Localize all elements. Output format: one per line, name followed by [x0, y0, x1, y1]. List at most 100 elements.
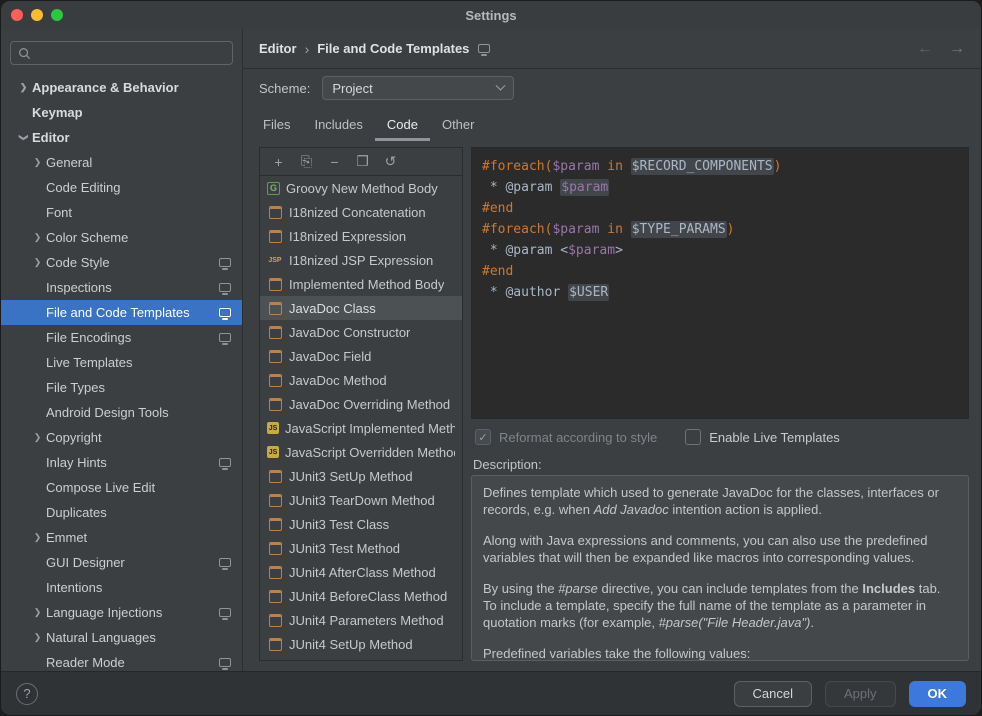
- sidebar-item-natural-languages[interactable]: ❯Natural Languages: [1, 625, 242, 650]
- tab-code[interactable]: Code: [375, 107, 430, 141]
- template-item-junit4-setup-method[interactable]: JUnit4 SetUp Method: [260, 632, 462, 656]
- close-window-button[interactable]: [11, 9, 23, 21]
- search-input[interactable]: [37, 46, 225, 61]
- template-item-junit4-beforeclass-method[interactable]: JUnit4 BeforeClass Method: [260, 584, 462, 608]
- copy-template-icon[interactable]: ⎘: [299, 153, 314, 170]
- chevron-right-icon[interactable]: ❯: [29, 257, 46, 268]
- template-item-label: JUnit3 TearDown Method: [289, 493, 435, 508]
- checkbox-checked-icon: ✓: [475, 429, 491, 445]
- cancel-button[interactable]: Cancel: [734, 681, 812, 707]
- template-item-javascript-overridden-method[interactable]: JSJavaScript Overridden Method: [260, 440, 462, 464]
- ok-button[interactable]: OK: [909, 681, 967, 707]
- sidebar-item-file-types[interactable]: File Types: [1, 375, 242, 400]
- breadcrumb-separator-icon: ›: [305, 41, 310, 57]
- apply-button[interactable]: Apply: [825, 681, 896, 707]
- sidebar-item-font[interactable]: Font: [1, 200, 242, 225]
- template-item-javadoc-overriding-method[interactable]: JavaDoc Overriding Method: [260, 392, 462, 416]
- dialog-footer: ? Cancel Apply OK: [1, 671, 981, 715]
- remove-template-icon[interactable]: −: [327, 154, 342, 170]
- template-item-javadoc-field[interactable]: JavaDoc Field: [260, 344, 462, 368]
- sidebar-item-inlay-hints[interactable]: Inlay Hints: [1, 450, 242, 475]
- tab-other[interactable]: Other: [430, 107, 487, 141]
- help-button[interactable]: ?: [16, 683, 38, 705]
- chevron-down-icon[interactable]: ❯: [18, 129, 29, 146]
- template-item-javadoc-method[interactable]: JavaDoc Method: [260, 368, 462, 392]
- sidebar-item-android-design-tools[interactable]: Android Design Tools: [1, 400, 242, 425]
- titlebar: Settings: [1, 1, 981, 29]
- template-item-label: JUnit4 SetUp Method: [289, 637, 413, 652]
- add-template-icon[interactable]: +: [271, 154, 286, 170]
- duplicate-template-icon[interactable]: ❐: [355, 153, 370, 170]
- template-file-icon: [267, 204, 283, 220]
- template-item-i18nized-concatenation[interactable]: I18nized Concatenation: [260, 200, 462, 224]
- sidebar-item-label: Appearance & Behavior: [32, 80, 179, 95]
- reset-template-icon[interactable]: ↺: [383, 153, 398, 170]
- template-item-javascript-implemented-method[interactable]: JSJavaScript Implemented Method: [260, 416, 462, 440]
- template-item-junit3-setup-method[interactable]: JUnit3 SetUp Method: [260, 464, 462, 488]
- breadcrumb-editor[interactable]: Editor: [259, 41, 297, 56]
- sidebar-item-label: Reader Mode: [46, 655, 125, 670]
- sidebar-item-reader-mode[interactable]: Reader Mode: [1, 650, 242, 671]
- sidebar-item-keymap[interactable]: Keymap: [1, 100, 242, 125]
- template-item-groovy-new-method-body[interactable]: GGroovy New Method Body: [260, 176, 462, 200]
- chevron-right-icon[interactable]: ❯: [29, 157, 46, 168]
- chevron-right-icon[interactable]: ❯: [29, 532, 46, 543]
- chevron-right-icon[interactable]: ❯: [29, 607, 46, 618]
- minimize-window-button[interactable]: [31, 9, 43, 21]
- sidebar-item-emmet[interactable]: ❯Emmet: [1, 525, 242, 550]
- tab-includes[interactable]: Includes: [302, 107, 374, 141]
- back-button[interactable]: ←: [917, 40, 933, 58]
- sidebar-item-gui-designer[interactable]: GUI Designer: [1, 550, 242, 575]
- template-item-javadoc-class[interactable]: JavaDoc Class: [260, 296, 462, 320]
- js-file-icon: JS: [267, 446, 279, 458]
- template-item-label: I18nized Concatenation: [289, 205, 426, 220]
- template-item-label: JUnit3 SetUp Method: [289, 469, 413, 484]
- chevron-right-icon[interactable]: ❯: [29, 232, 46, 243]
- sidebar-item-copyright[interactable]: ❯Copyright: [1, 425, 242, 450]
- sidebar-item-label: Compose Live Edit: [46, 480, 155, 495]
- template-item-implemented-method-body[interactable]: Implemented Method Body: [260, 272, 462, 296]
- sidebar-item-live-templates[interactable]: Live Templates: [1, 350, 242, 375]
- sidebar-item-file-and-code-templates[interactable]: File and Code Templates: [1, 300, 242, 325]
- settings-search-box[interactable]: [10, 41, 233, 65]
- sidebar-item-inspections[interactable]: Inspections: [1, 275, 242, 300]
- template-item-junit3-test-class[interactable]: JUnit3 Test Class: [260, 512, 462, 536]
- description-box[interactable]: Defines template which used to generate …: [471, 475, 969, 661]
- forward-button[interactable]: →: [949, 40, 965, 58]
- sidebar-item-compose-live-edit[interactable]: Compose Live Edit: [1, 475, 242, 500]
- scheme-select[interactable]: Project: [322, 76, 514, 100]
- sidebar-item-appearance-behavior[interactable]: ❯Appearance & Behavior: [1, 75, 242, 100]
- sidebar-item-label: File Types: [46, 380, 105, 395]
- template-item-junit4-afterclass-method[interactable]: JUnit4 AfterClass Method: [260, 560, 462, 584]
- code-line: * @param <$param>: [482, 240, 958, 261]
- reformat-checkbox[interactable]: ✓ Reformat according to style: [475, 429, 657, 445]
- chevron-right-icon[interactable]: ❯: [15, 82, 32, 93]
- sidebar-item-label: Live Templates: [46, 355, 132, 370]
- sidebar-item-editor[interactable]: ❯Editor: [1, 125, 242, 150]
- sidebar-item-color-scheme[interactable]: ❯Color Scheme: [1, 225, 242, 250]
- tab-files[interactable]: Files: [251, 107, 302, 141]
- template-editor[interactable]: #foreach($param in $RECORD_COMPONENTS) *…: [471, 147, 969, 419]
- template-detail-pane: #foreach($param in $RECORD_COMPONENTS) *…: [471, 147, 969, 661]
- zoom-window-button[interactable]: [51, 9, 63, 21]
- template-item-junit3-teardown-method[interactable]: JUnit3 TearDown Method: [260, 488, 462, 512]
- sidebar-item-code-style[interactable]: ❯Code Style: [1, 250, 242, 275]
- template-file-icon: [267, 228, 283, 244]
- sidebar-item-language-injections[interactable]: ❯Language Injections: [1, 600, 242, 625]
- sidebar-item-code-editing[interactable]: Code Editing: [1, 175, 242, 200]
- sidebar-item-duplicates[interactable]: Duplicates: [1, 500, 242, 525]
- template-item-junit3-test-method[interactable]: JUnit3 Test Method: [260, 536, 462, 560]
- sidebar-item-general[interactable]: ❯General: [1, 150, 242, 175]
- sidebar-item-label: Emmet: [46, 530, 87, 545]
- chevron-right-icon[interactable]: ❯: [29, 632, 46, 643]
- sidebar-item-intentions[interactable]: Intentions: [1, 575, 242, 600]
- template-item-junit4-parameters-method[interactable]: JUnit4 Parameters Method: [260, 608, 462, 632]
- chevron-right-icon[interactable]: ❯: [29, 432, 46, 443]
- template-file-icon: [267, 348, 283, 364]
- template-item-i18nized-jsp-expression[interactable]: JSPI18nized JSP Expression: [260, 248, 462, 272]
- sidebar-item-file-encodings[interactable]: File Encodings: [1, 325, 242, 350]
- template-item-i18nized-expression[interactable]: I18nized Expression: [260, 224, 462, 248]
- template-item-javadoc-constructor[interactable]: JavaDoc Constructor: [260, 320, 462, 344]
- code-line: #foreach($param in $RECORD_COMPONENTS): [482, 156, 958, 177]
- enable-live-templates-checkbox[interactable]: Enable Live Templates: [685, 429, 840, 445]
